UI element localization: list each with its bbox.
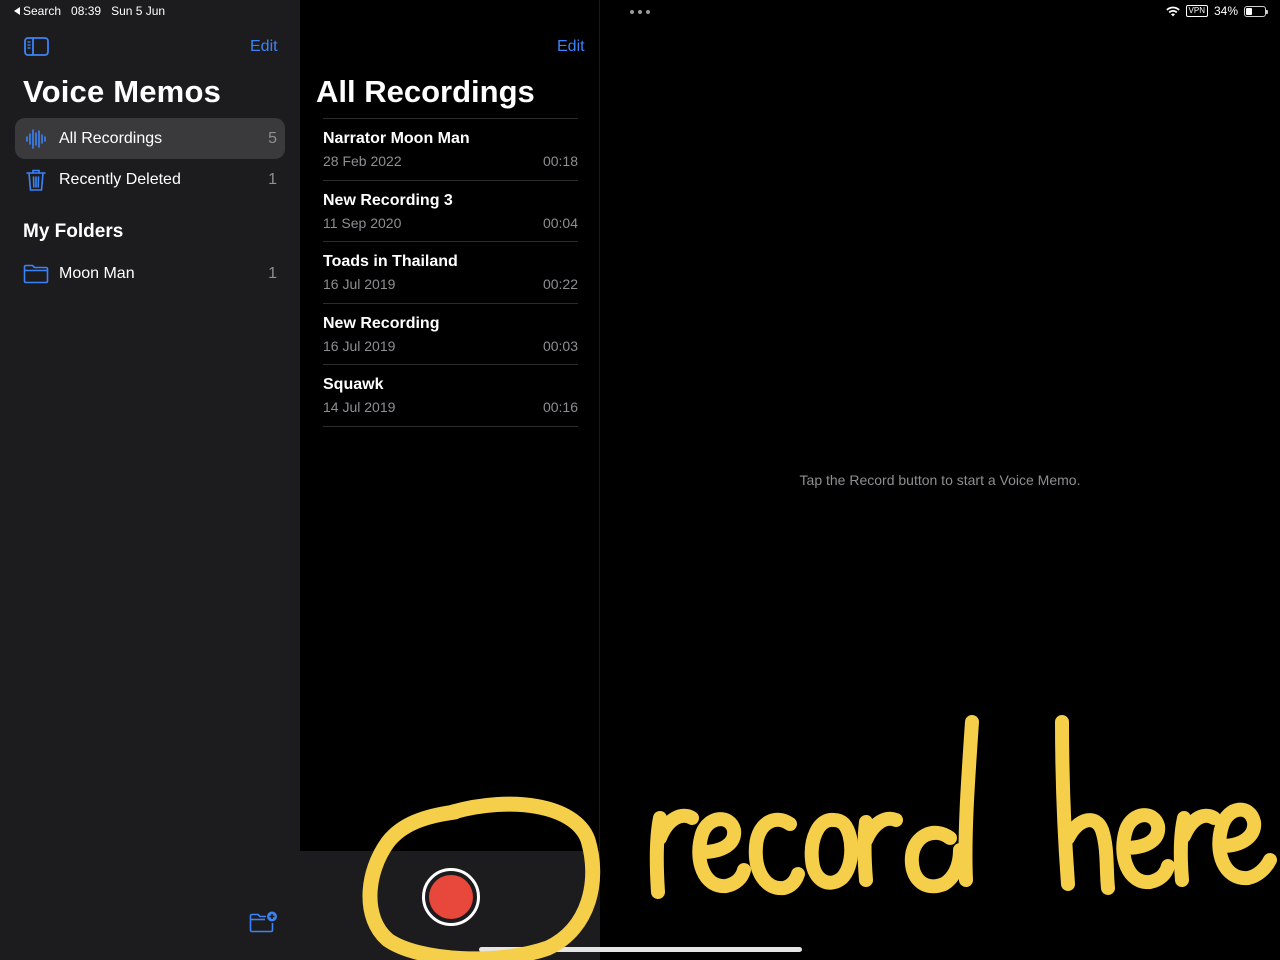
annotation-text-record-here [649,715,1277,899]
recording-date: 11 Sep 2020 [323,214,402,231]
sidebar-item-count: 5 [268,129,277,147]
list-title: All Recordings [316,74,535,109]
recording-duration: 00:03 [542,337,578,354]
status-bar-right: VPN 34% [1165,4,1268,18]
sidebar: Edit Voice Memos All Recordings 5 Recent… [0,0,300,960]
recording-duration: 00:16 [542,399,578,415]
trash-icon [23,167,49,193]
recording-date: 14 Jul 2019 [323,399,396,415]
back-label: Search [23,4,62,18]
sidebar-item-label: Recently Deleted [59,170,181,188]
recording-date: 16 Jul 2019 [323,337,396,354]
sidebar-edit-button[interactable]: Edit [250,38,278,56]
vpn-badge: VPN [1185,5,1208,17]
sidebar-toggle-icon[interactable] [24,37,49,56]
sidebar-title: Voice Memos [23,74,222,109]
recording-name: Squawk [323,376,384,393]
my-folders-heading: My Folders [23,221,124,242]
battery-percent: 34% [1213,4,1238,18]
back-arrow-icon [14,7,20,15]
empty-state-message: Tap the Record button to start a Voice M… [799,472,1081,488]
sidebar-item-count: 1 [268,170,277,188]
recording-row[interactable]: Squawk 14 Jul 2019 00:16 [323,365,578,427]
record-dot-icon [429,875,473,919]
list-edit-button[interactable]: Edit [557,38,585,56]
recording-row[interactable]: Narrator Moon Man 28 Feb 2022 00:18 [323,119,578,181]
recording-duration: 00:18 [542,153,578,169]
recording-date: 16 Jul 2019 [323,276,396,292]
recording-row[interactable]: New Recording 3 11 Sep 2020 00:04 [323,181,578,242]
recording-row[interactable]: New Recording 16 Jul 2019 00:03 [323,304,578,365]
recording-name: New Recording 3 [323,191,453,209]
waveform-icon [23,126,49,152]
sidebar-item-count: 1 [268,264,277,282]
back-to-search[interactable]: Search [14,4,61,18]
recording-name: New Recording [323,314,440,332]
home-indicator[interactable] [479,947,802,952]
recording-duration: 00:22 [542,276,578,292]
sidebar-item-all-recordings[interactable]: All Recordings 5 [15,118,285,159]
sidebar-item-recently-deleted[interactable]: Recently Deleted 1 [15,159,285,200]
record-button[interactable] [422,868,480,926]
status-bar-left: Search 08:39 Sun 5 Jun [14,4,165,18]
sidebar-item-label: Moon Man [59,264,135,282]
wifi-icon [1165,6,1180,16]
folder-icon [23,261,49,287]
recording-name: Narrator Moon Man [323,130,470,147]
recording-row[interactable]: Toads in Thailand 16 Jul 2019 00:22 [323,242,578,304]
recordings-list: Narrator Moon Man 28 Feb 2022 00:18 New … [323,118,578,427]
sidebar-item-label: All Recordings [59,129,163,147]
recording-name: Toads in Thailand [323,253,458,270]
recordings-column: Edit All Recordings Narrator Moon Man 28… [300,0,600,960]
sidebar-item-folder-moon-man[interactable]: Moon Man 1 [15,253,285,294]
status-time: 08:39 [71,4,102,18]
status-date: Sun 5 Jun [111,4,166,18]
recording-date: 28 Feb 2022 [323,153,402,169]
new-folder-icon[interactable] [249,911,277,933]
recording-duration: 00:04 [542,214,578,231]
multitasking-dots-icon[interactable] [630,10,650,14]
battery-icon [1244,5,1268,17]
